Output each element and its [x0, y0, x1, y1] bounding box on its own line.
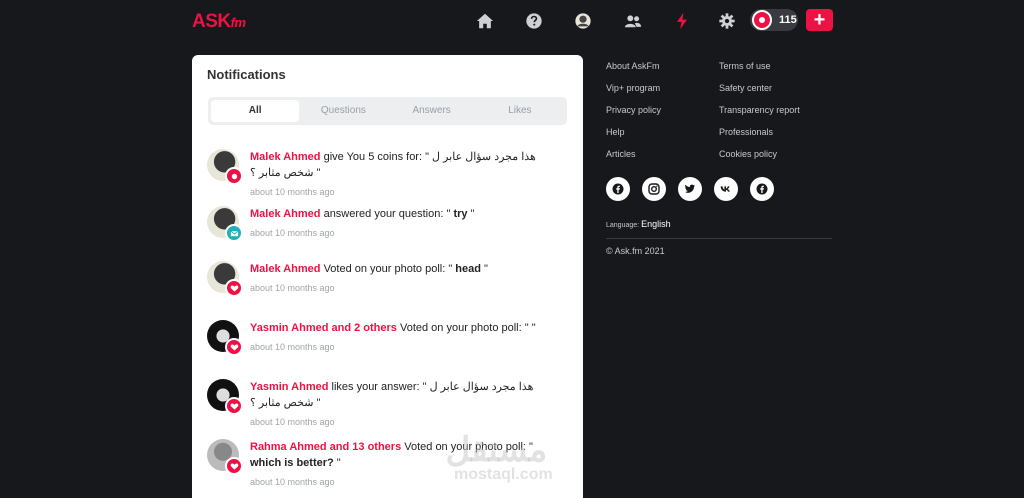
- notification-user[interactable]: Malek Ahmed: [250, 263, 321, 275]
- coin-icon: [752, 10, 772, 30]
- tab-all[interactable]: All: [211, 100, 300, 122]
- notification-text: Malek Ahmed answered your question: " tr…: [250, 208, 475, 220]
- footer-link-professionals[interactable]: Professionals: [719, 127, 773, 137]
- notification-item[interactable]: Malek Ahmed give You 5 coins for: " هذا …: [207, 149, 567, 199]
- top-navigation-bar: ASKfm 115 +: [0, 0, 1024, 42]
- footer-link-privacy[interactable]: Privacy policy: [606, 105, 661, 115]
- facebook-icon[interactable]: [750, 177, 774, 201]
- twitter-icon[interactable]: [678, 177, 702, 201]
- watermark: مستقل mostaql.com: [440, 430, 553, 484]
- ask-question-button[interactable]: +: [806, 9, 833, 31]
- lightning-icon[interactable]: [672, 11, 692, 31]
- notification-user[interactable]: Yasmin Ahmed: [250, 381, 328, 393]
- language-value: English: [641, 219, 671, 229]
- profile-icon[interactable]: [573, 11, 593, 31]
- footer-link-cookies[interactable]: Cookies policy: [719, 149, 777, 159]
- notification-user[interactable]: Rahma Ahmed and 13 others: [250, 441, 401, 453]
- notification-text: Malek Ahmed give You 5 coins for: " هذا …: [250, 151, 536, 179]
- notification-time: about 10 months ago: [250, 228, 335, 238]
- friends-icon[interactable]: [623, 11, 643, 31]
- notification-text: Yasmin Ahmed and 2 others Voted on your …: [250, 322, 536, 334]
- panel-title: Notifications: [207, 67, 286, 82]
- notification-item[interactable]: Malek Ahmed answered your question: " tr…: [207, 206, 567, 246]
- notification-item[interactable]: Malek Ahmed Voted on your photo poll: " …: [207, 261, 567, 301]
- copyright: © Ask.fm 2021: [606, 246, 665, 256]
- askfm-logo[interactable]: ASKfm: [192, 11, 246, 33]
- notification-time: about 10 months ago: [250, 477, 335, 487]
- notification-time: about 10 months ago: [250, 283, 335, 293]
- mail-icon: [225, 224, 243, 242]
- language-label: Language:: [606, 222, 640, 229]
- notification-time: about 10 months ago: [250, 342, 335, 352]
- footer-link-articles[interactable]: Articles: [606, 149, 636, 159]
- facebook-icon[interactable]: [606, 177, 630, 201]
- help-icon[interactable]: [524, 11, 544, 31]
- tab-answers[interactable]: Answers: [388, 100, 476, 122]
- language-selector[interactable]: Language: English: [606, 219, 671, 229]
- coins-count: 115: [779, 14, 797, 26]
- notification-text: Yasmin Ahmed likes your answer: " هذا مج…: [250, 381, 534, 409]
- notification-time: about 10 months ago: [250, 417, 335, 427]
- logo-main: ASK: [192, 11, 231, 32]
- home-icon[interactable]: [475, 11, 495, 31]
- footer-link-terms[interactable]: Terms of use: [719, 61, 771, 71]
- watermark-arabic: مستقل: [445, 431, 548, 469]
- logo-suffix: fm: [230, 15, 246, 30]
- heart-icon: [225, 338, 243, 356]
- divider: [606, 238, 832, 239]
- tab-questions[interactable]: Questions: [299, 100, 387, 122]
- instagram-icon[interactable]: [642, 177, 666, 201]
- notification-tabs: All Questions Answers Likes: [208, 97, 567, 125]
- notification-user[interactable]: Malek Ahmed: [250, 208, 321, 220]
- heart-icon: [225, 397, 243, 415]
- notification-user[interactable]: Yasmin Ahmed and 2 others: [250, 322, 397, 334]
- notification-time: about 10 months ago: [250, 187, 335, 197]
- notification-item[interactable]: Yasmin Ahmed likes your answer: " هذا مج…: [207, 379, 567, 429]
- notification-item[interactable]: Yasmin Ahmed and 2 others Voted on your …: [207, 320, 567, 360]
- vk-icon[interactable]: [714, 177, 738, 201]
- footer-link-transparency[interactable]: Transparency report: [719, 105, 800, 115]
- watermark-latin: mostaql.com: [454, 466, 553, 483]
- tab-likes[interactable]: Likes: [476, 100, 564, 122]
- heart-icon: [225, 457, 243, 475]
- heart-icon: [225, 279, 243, 297]
- gear-icon[interactable]: [717, 11, 737, 31]
- notification-text: Malek Ahmed Voted on your photo poll: " …: [250, 263, 488, 275]
- footer-link-safety[interactable]: Safety center: [719, 83, 772, 93]
- coin-icon: [225, 167, 243, 185]
- notification-user[interactable]: Malek Ahmed: [250, 151, 321, 163]
- footer-link-help[interactable]: Help: [606, 127, 625, 137]
- coins-balance[interactable]: 115: [750, 9, 798, 31]
- footer-link-about[interactable]: About AskFm: [606, 61, 660, 71]
- footer-link-vip[interactable]: Vip+ program: [606, 83, 660, 93]
